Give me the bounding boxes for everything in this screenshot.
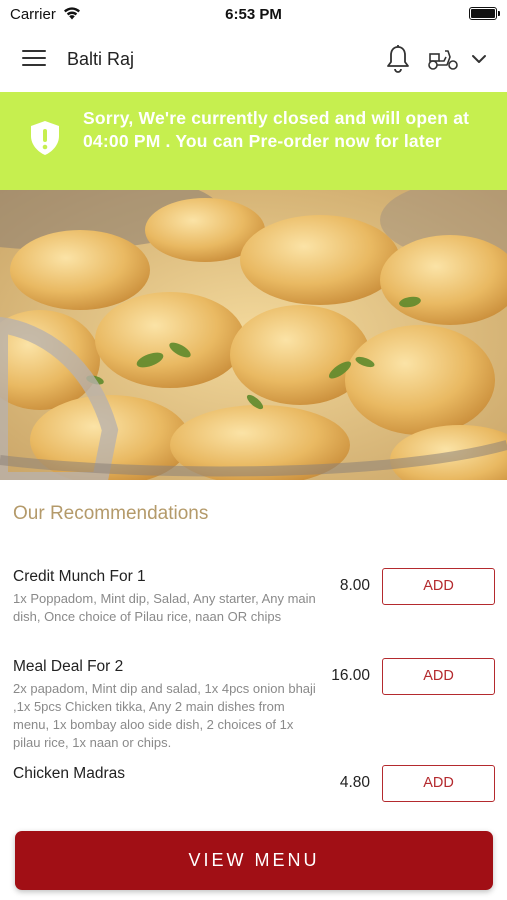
- recommendations-heading: Our Recommendations: [13, 503, 209, 524]
- shield-alert-icon: [31, 121, 59, 155]
- item-price: 8.00: [339, 577, 370, 594]
- bell-icon[interactable]: [385, 44, 411, 74]
- hamburger-menu-icon[interactable]: [22, 50, 46, 68]
- restaurant-title: Balti Raj: [67, 49, 135, 69]
- hero-food-image: [0, 190, 507, 480]
- app-header: Balti Raj: [0, 28, 507, 92]
- item-description: 2x papadom, Mint dip and salad, 1x 4pcs …: [13, 681, 316, 750]
- battery-icon: [469, 7, 500, 20]
- closed-notice-banner: Sorry, We're currently closed and will o…: [0, 92, 507, 190]
- food-image: [0, 190, 507, 480]
- add-button[interactable]: ADD: [382, 658, 495, 695]
- item-price: 4.80: [339, 774, 370, 791]
- status-time: 6:53 PM: [225, 6, 282, 23]
- closed-notice-text: Sorry, We're currently closed and will o…: [83, 108, 470, 151]
- item-description: 1x Poppadom, Mint dip, Salad, Any starte…: [13, 591, 316, 624]
- view-menu-button[interactable]: VIEW MENU: [15, 831, 493, 890]
- scooter-icon[interactable]: [427, 46, 459, 72]
- item-name: Credit Munch For 1: [13, 568, 146, 585]
- add-button[interactable]: ADD: [382, 568, 495, 605]
- item-name: Chicken Madras: [13, 765, 125, 782]
- status-bar: Carrier 6:53 PM: [0, 0, 507, 28]
- chevron-down-icon[interactable]: [470, 50, 488, 68]
- item-price: 16.00: [331, 667, 370, 684]
- item-name: Meal Deal For 2: [13, 658, 124, 675]
- add-button[interactable]: ADD: [382, 765, 495, 802]
